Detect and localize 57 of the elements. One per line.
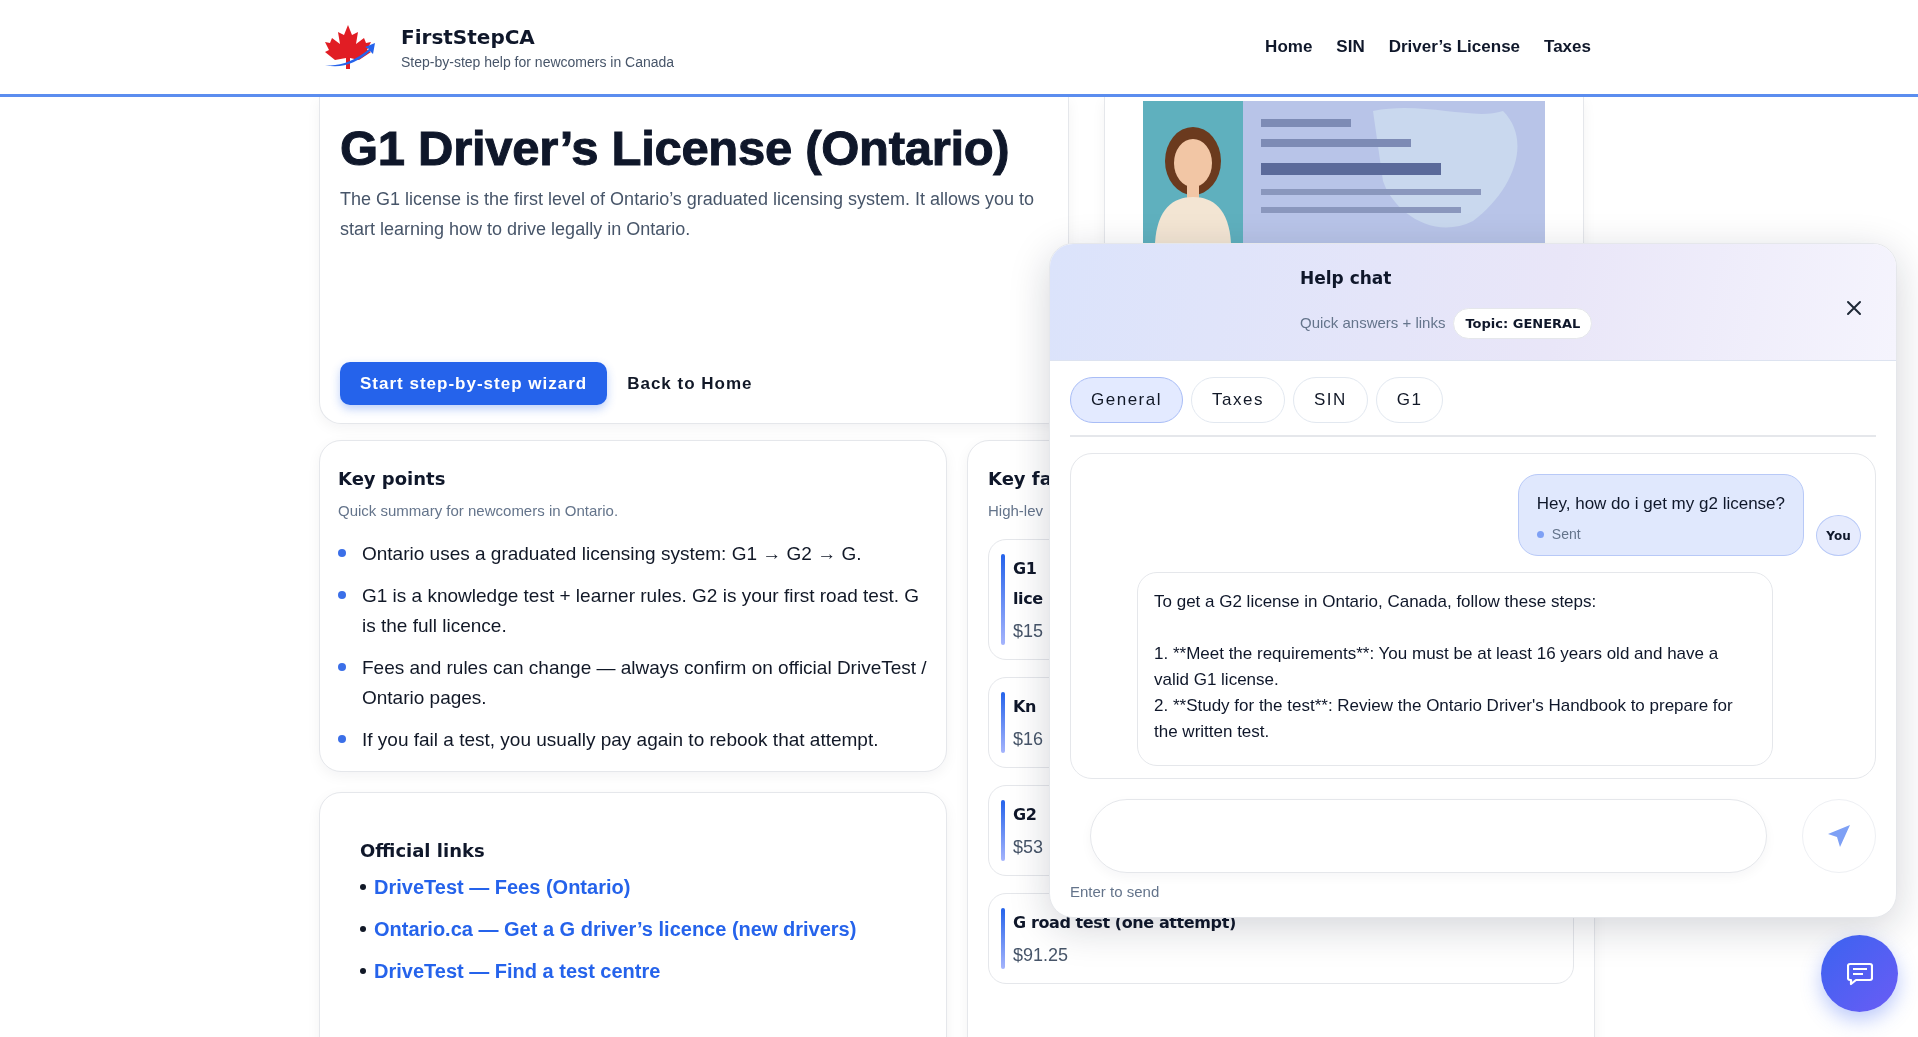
key-point-text: Fees and rules can change — always confirm on official DriveTest / Ontario pages. — [362, 655, 928, 710]
chat-subtitle: Quick answers + links — [1300, 313, 1446, 333]
fact-price: $15 — [1013, 619, 1044, 643]
bullet-dot — [338, 734, 346, 743]
bullet-dot — [360, 967, 366, 974]
page-description: The G1 license is the first level of Ontario’s graduated licensing system. It allows you to start learning how to drive legally in Ontario. — [340, 187, 1035, 241]
official-link[interactable]: DriveTest — Fees (Ontario) — [374, 871, 631, 902]
status-dot — [1536, 531, 1544, 538]
bot-message: To get a G2 license in Ontario, Canada, follow these steps: 1. **Meet the requirements**: You must be at least 16 years old and have a valid G1 license. 2. **Study for the test**: Review the Ontario Driver's Handbook to prepare for the written test. — [1137, 572, 1773, 766]
brand-name: FirstStepCA — [401, 23, 536, 51]
section-subtitle: Quick summary for newcomers in Ontario. — [338, 501, 620, 521]
fact-price: $91.25 — [1013, 943, 1069, 967]
fact-title: G road test (one attempt) — [1013, 911, 1236, 934]
bullet-dot — [338, 590, 346, 599]
chat-title: Help chat — [1300, 267, 1393, 290]
section-title: Official links — [360, 838, 486, 863]
key-point-text: G1 is a knowledge test + learner rules. G2 is your first road test. G is the full licence. — [362, 583, 921, 638]
fact-price: $53 — [1013, 835, 1044, 859]
page-title: G1 Driver’s License (Ontario) — [340, 120, 1011, 177]
topic-tag: Topic: GENERAL — [1453, 307, 1593, 339]
tagline: Step-by-step help for newcomers in Canada — [401, 52, 675, 72]
official-link[interactable]: Ontario.ca — Get a G driver’s licence (new drivers) — [374, 913, 857, 944]
fact-price: $16 — [1013, 727, 1044, 751]
hint-text: Enter to send — [1070, 881, 1161, 902]
bullet-dot — [360, 925, 366, 932]
chat-button[interactable] — [1821, 935, 1898, 1012]
section-subtitle: High-lev — [988, 501, 1044, 521]
bullet-dot — [360, 883, 366, 890]
key-point-text: Ontario uses a graduated licensing system: G1 → G2 → G. — [362, 541, 862, 566]
chat-icon — [1846, 961, 1873, 986]
nav-link[interactable]: Driver’s License — [1388, 34, 1521, 60]
message-status: Sent — [1551, 525, 1581, 544]
message-text: Hey, how do i get my g2 license? — [1536, 492, 1785, 515]
close-icon — [1846, 300, 1862, 316]
accent-bar — [1001, 799, 1005, 861]
nav-link[interactable]: Taxes — [1544, 34, 1591, 60]
bullet-dot — [338, 662, 346, 671]
accent-bar — [1001, 691, 1005, 753]
topic-chip[interactable]: General — [1070, 377, 1183, 423]
fact-title: G2 — [1013, 803, 1037, 826]
bullet-dot — [338, 548, 346, 557]
back-home-button[interactable]: Back to Home — [615, 361, 765, 405]
send-icon — [1827, 823, 1851, 848]
fact-title: lice — [1013, 587, 1043, 610]
topic-chip[interactable]: Taxes — [1191, 377, 1285, 423]
section-title: Key points — [338, 467, 447, 491]
fact-title: Kn — [1013, 695, 1036, 718]
key-point-text: If you fail a test, you usually pay again to rebook that attempt. — [362, 727, 879, 752]
nav-link[interactable]: SIN — [1336, 34, 1365, 60]
fact-title: G1 — [1013, 557, 1037, 580]
accent-bar — [1001, 907, 1005, 969]
wizard-button[interactable]: Start step-by-step wizard — [340, 361, 608, 405]
official-link[interactable]: DriveTest — Find a test centre — [374, 955, 661, 986]
topic-chip[interactable]: SIN — [1292, 377, 1368, 423]
user-avatar: You — [1816, 515, 1861, 556]
topic-chip[interactable]: G1 — [1375, 377, 1444, 423]
nav-link[interactable]: Home — [1265, 34, 1313, 60]
